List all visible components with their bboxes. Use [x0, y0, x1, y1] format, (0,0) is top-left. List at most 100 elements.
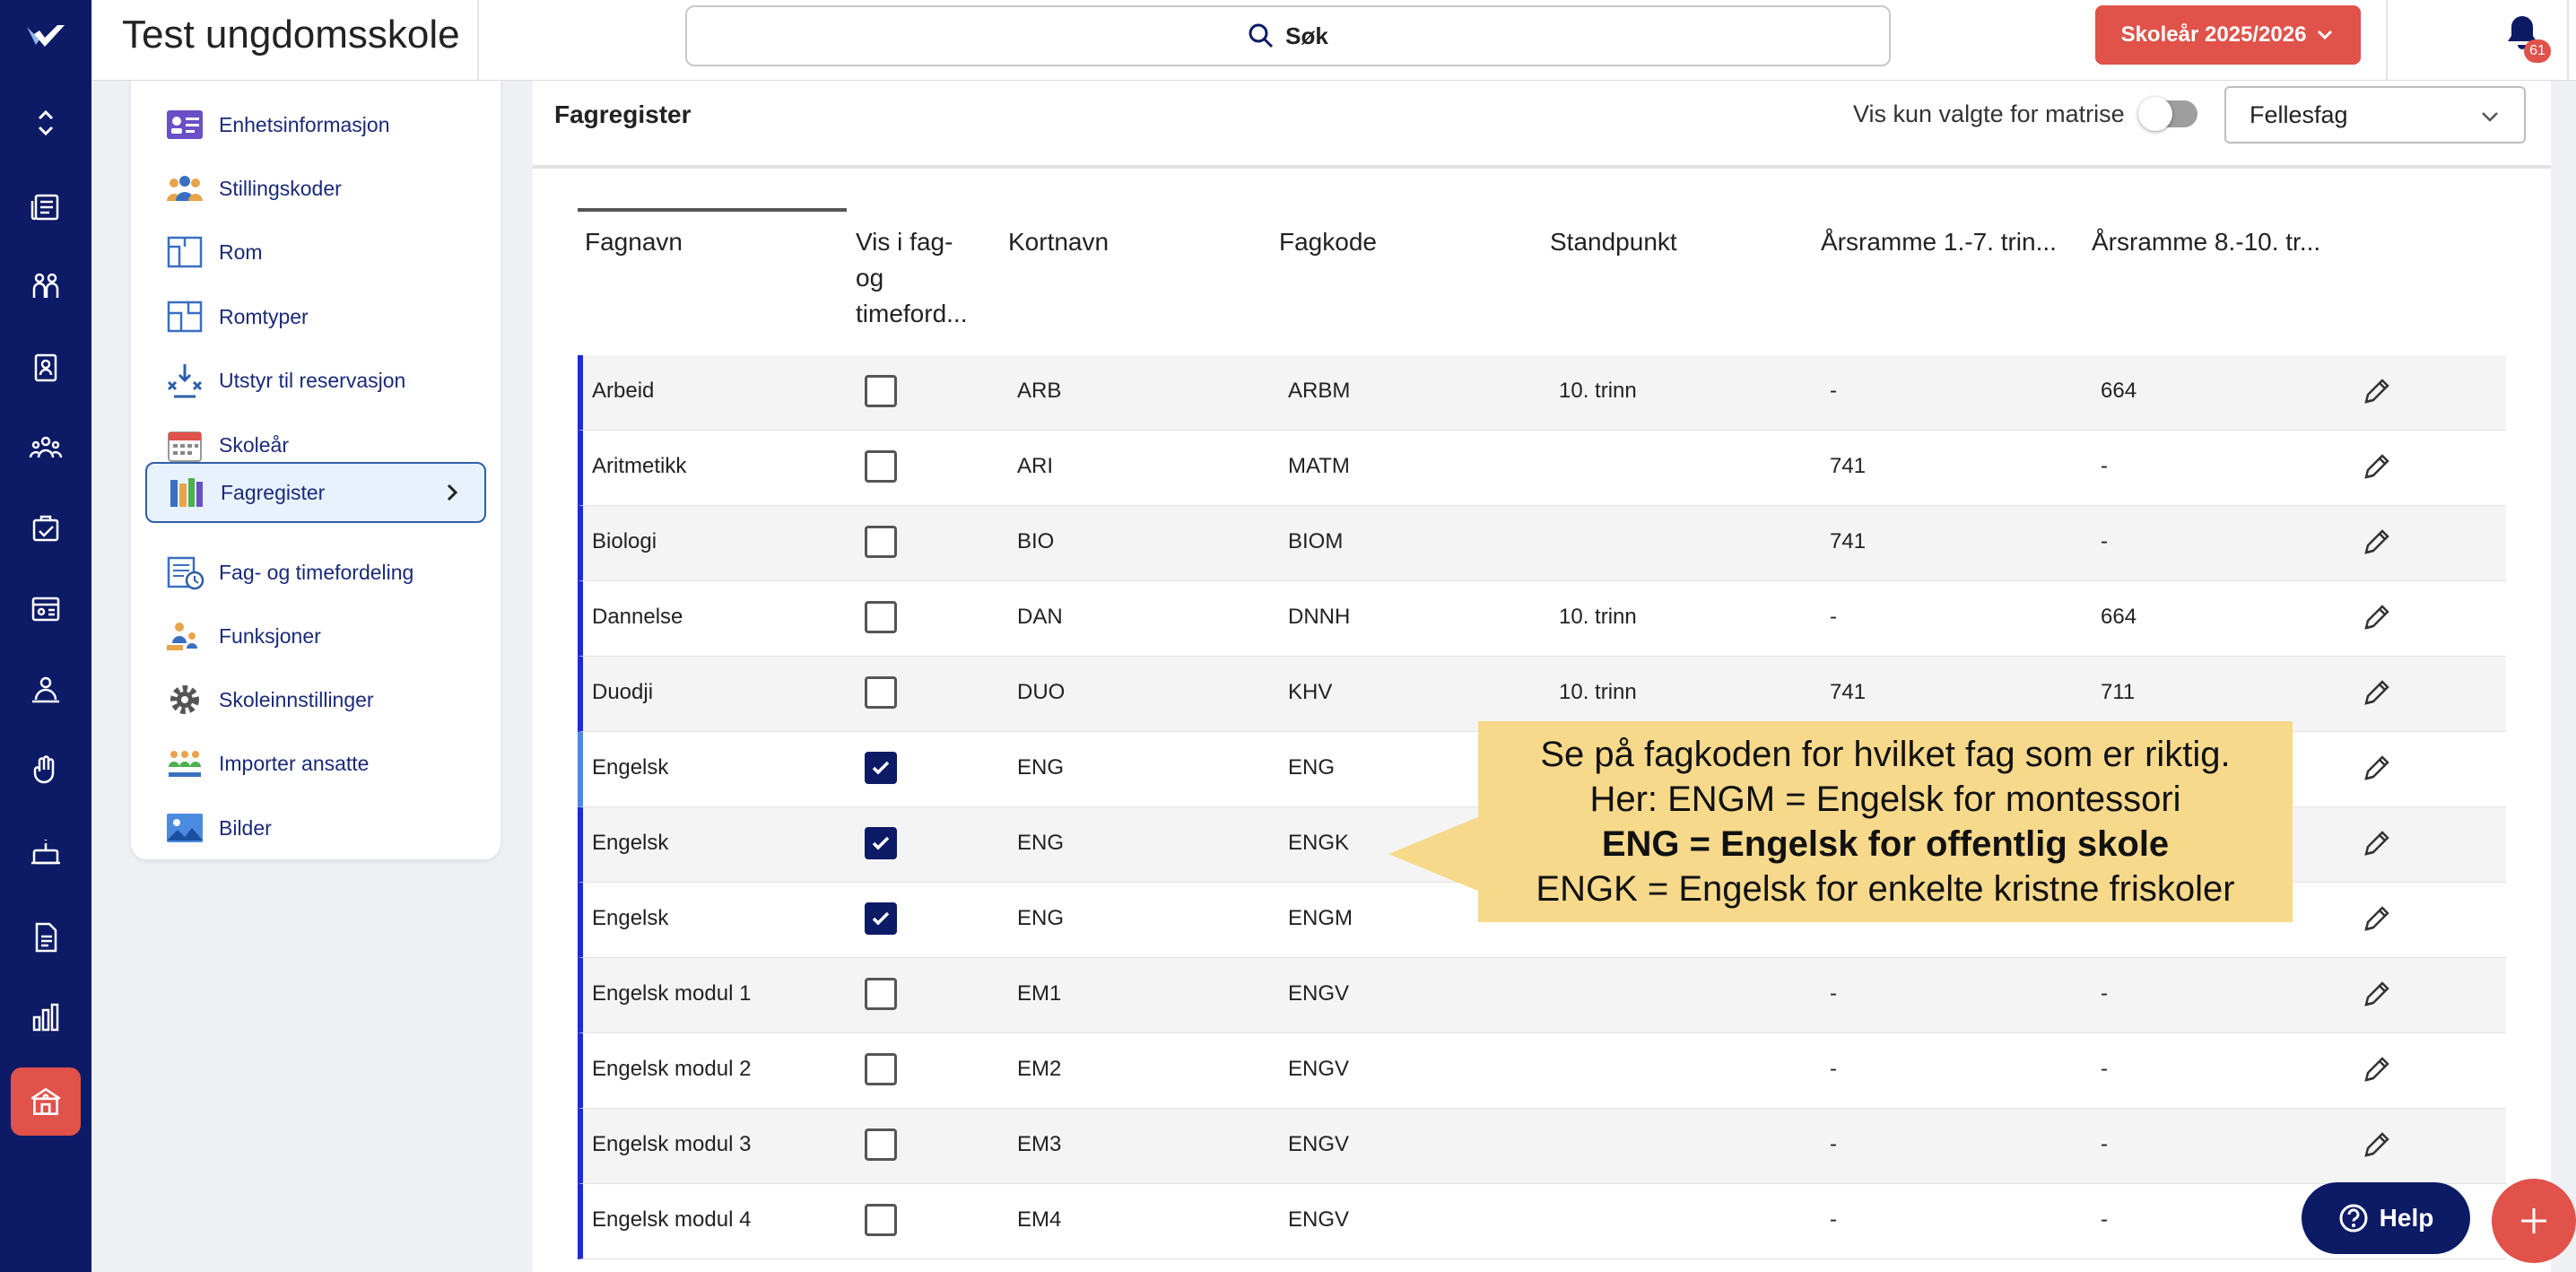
- cell-arsramme-8-10: -: [2101, 1207, 2108, 1232]
- edit-pencil-icon[interactable]: [2361, 1053, 2393, 1085]
- column-header-fagnavn[interactable]: Fagnavn: [585, 224, 683, 260]
- sidebar-item-bilder[interactable]: Bilder: [145, 797, 486, 858]
- gear-icon: [170, 685, 199, 714]
- table-header: Fagnavn Vis i fag- og timeford... Kortna…: [578, 208, 2506, 346]
- calendar-person-icon[interactable]: [27, 590, 65, 628]
- search-bar[interactable]: Søk: [685, 5, 1891, 66]
- column-header-kortnavn[interactable]: Kortnavn: [1008, 224, 1109, 260]
- show-in-distribution-checkbox[interactable]: [865, 601, 897, 633]
- column-header-fagkode[interactable]: Fagkode: [1279, 224, 1377, 260]
- table-row[interactable]: Engelsk modul 1 EM1 ENGV - -: [578, 958, 2506, 1033]
- add-button[interactable]: [2492, 1179, 2576, 1263]
- table-row[interactable]: Dannelse DAN DNNH 10. trinn - 664: [578, 581, 2506, 657]
- table-row[interactable]: Engelsk modul 4 EM4 ENGV - -: [578, 1184, 2506, 1259]
- cell-kortnavn: EM3: [1017, 1132, 1062, 1156]
- school-admin-icon[interactable]: [11, 1067, 81, 1136]
- edit-pencil-icon[interactable]: [2361, 450, 2393, 483]
- edit-pencil-icon[interactable]: [2361, 375, 2393, 407]
- cell-kortnavn: EM2: [1017, 1057, 1062, 1081]
- edit-pencil-icon[interactable]: [2361, 601, 2393, 633]
- sidebar-item-label: Enhetsinformasjon: [219, 112, 390, 136]
- table-row[interactable]: Biologi BIO BIOM 741 -: [578, 506, 2506, 581]
- sidebar-item-enhetsinformasjon[interactable]: Enhetsinformasjon: [145, 94, 486, 155]
- show-in-distribution-checkbox[interactable]: [865, 375, 897, 407]
- table-row[interactable]: Aritmetikk ARI MATM 741 -: [578, 431, 2506, 506]
- hand-icon[interactable]: [27, 752, 65, 789]
- edit-pencil-icon[interactable]: [2361, 978, 2393, 1010]
- sidebar-item-utstyr[interactable]: Utstyr til reservasjon: [145, 350, 486, 411]
- schedule-icon: [167, 556, 205, 590]
- edit-pencil-icon[interactable]: [2361, 676, 2393, 709]
- cell-fagkode: DNNH: [1288, 605, 1351, 629]
- table-row[interactable]: Engelsk modul 3 EM3 ENGV - -: [578, 1109, 2506, 1184]
- image-icon: [167, 814, 203, 842]
- show-in-distribution-checkbox[interactable]: [865, 1204, 897, 1236]
- column-header-arsramme-8-10[interactable]: Årsramme 8.-10. tr...: [2092, 224, 2320, 260]
- notifications-button[interactable]: 61: [2504, 13, 2551, 63]
- cell-kortnavn: ENG: [1017, 831, 1065, 855]
- sidebar-item-funksjoner[interactable]: Funksjoner: [145, 606, 486, 666]
- cell-arsramme-1-7: -: [1830, 1132, 1837, 1156]
- document-icon[interactable]: [27, 919, 65, 956]
- cell-fagkode: ENGV: [1288, 981, 1350, 1006]
- column-header-vis-i-fag[interactable]: Vis i fag- og timeford...: [856, 224, 967, 332]
- cell-fagkode: KHV: [1288, 680, 1333, 704]
- show-in-distribution-checkbox[interactable]: [865, 752, 897, 784]
- cell-fagkode: ENGM: [1288, 906, 1353, 930]
- show-in-distribution-checkbox[interactable]: [865, 827, 897, 859]
- table-row[interactable]: Arbeid ARB ARBM 10. trinn - 664: [578, 355, 2506, 431]
- cake-icon[interactable]: [27, 832, 65, 870]
- cell-fagnavn: Engelsk modul 3: [592, 1132, 752, 1156]
- show-in-distribution-checkbox[interactable]: [865, 1053, 897, 1085]
- sidebar-item-fag-og-timefordeling[interactable]: Fag- og timefordeling: [145, 542, 486, 603]
- cell-kortnavn: DAN: [1017, 605, 1063, 629]
- sidebar-item-rom[interactable]: Rom: [145, 222, 486, 283]
- cell-fagnavn: Engelsk: [592, 906, 669, 930]
- toggle-knob: [2138, 97, 2172, 131]
- show-in-distribution-checkbox[interactable]: [865, 902, 897, 935]
- students-icon[interactable]: [27, 267, 65, 305]
- callout-line: Her: ENGM = Engelsk for montessori: [1589, 780, 2181, 819]
- sidebar-item-fagregister[interactable]: Fagregister: [145, 462, 486, 523]
- cell-arsramme-8-10: -: [2101, 1057, 2108, 1081]
- groups-icon[interactable]: [27, 429, 65, 466]
- column-header-arsramme-1-7[interactable]: Årsramme 1.-7. trin...: [1821, 224, 2057, 260]
- sidebar-item-label: Utstyr til reservasjon: [219, 368, 406, 392]
- header-divider: [2567, 0, 2569, 81]
- sidebar-item-skoleinnstillinger[interactable]: Skoleinnstillinger: [145, 669, 486, 730]
- sidebar-item-stillingskoder[interactable]: Stillingskoder: [145, 158, 486, 219]
- collapse-toggle-icon[interactable]: [27, 104, 65, 142]
- show-in-distribution-checkbox[interactable]: [865, 526, 897, 558]
- cell-fagnavn: Engelsk modul 4: [592, 1207, 752, 1232]
- reports-chart-icon[interactable]: [27, 999, 65, 1037]
- help-button[interactable]: Help: [2302, 1182, 2470, 1254]
- teacher-icon[interactable]: [27, 671, 65, 709]
- show-in-distribution-checkbox[interactable]: [865, 978, 897, 1010]
- edit-pencil-icon[interactable]: [2361, 752, 2393, 784]
- subject-category-select[interactable]: Fellesfag: [2224, 86, 2526, 144]
- sidebar-item-label: Romtyper: [219, 304, 309, 328]
- app-logo-icon[interactable]: [25, 20, 66, 52]
- table-row[interactable]: Engelsk modul 2 EM2 ENGV - -: [578, 1033, 2506, 1109]
- edit-pencil-icon[interactable]: [2361, 526, 2393, 558]
- cell-fagnavn: Engelsk modul 2: [592, 1057, 752, 1081]
- badge-icon[interactable]: [27, 348, 65, 386]
- sidebar-item-importer-ansatte[interactable]: Importer ansatte: [145, 733, 486, 794]
- sidebar-item-romtyper[interactable]: Romtyper: [145, 286, 486, 347]
- column-header-standpunkt[interactable]: Standpunkt: [1550, 224, 1677, 260]
- question-icon: [2339, 1204, 2368, 1233]
- edit-pencil-icon[interactable]: [2361, 827, 2393, 859]
- show-in-distribution-checkbox[interactable]: [865, 450, 897, 483]
- show-in-distribution-checkbox[interactable]: [865, 676, 897, 709]
- sidebar-item-label: Funksjoner: [219, 623, 321, 648]
- school-year-button[interactable]: Skoleår 2025/2026: [2095, 5, 2361, 65]
- edit-pencil-icon[interactable]: [2361, 902, 2393, 935]
- assessment-icon[interactable]: [27, 510, 65, 547]
- show-in-distribution-checkbox[interactable]: [865, 1128, 897, 1161]
- news-icon[interactable]: [27, 188, 65, 226]
- import-people-icon: [169, 751, 201, 777]
- edit-pencil-icon[interactable]: [2361, 1128, 2393, 1161]
- cell-fagkode: ENGK: [1288, 831, 1350, 855]
- cell-arsramme-8-10: 711: [2101, 680, 2136, 704]
- matrix-toggle[interactable]: [2138, 97, 2197, 131]
